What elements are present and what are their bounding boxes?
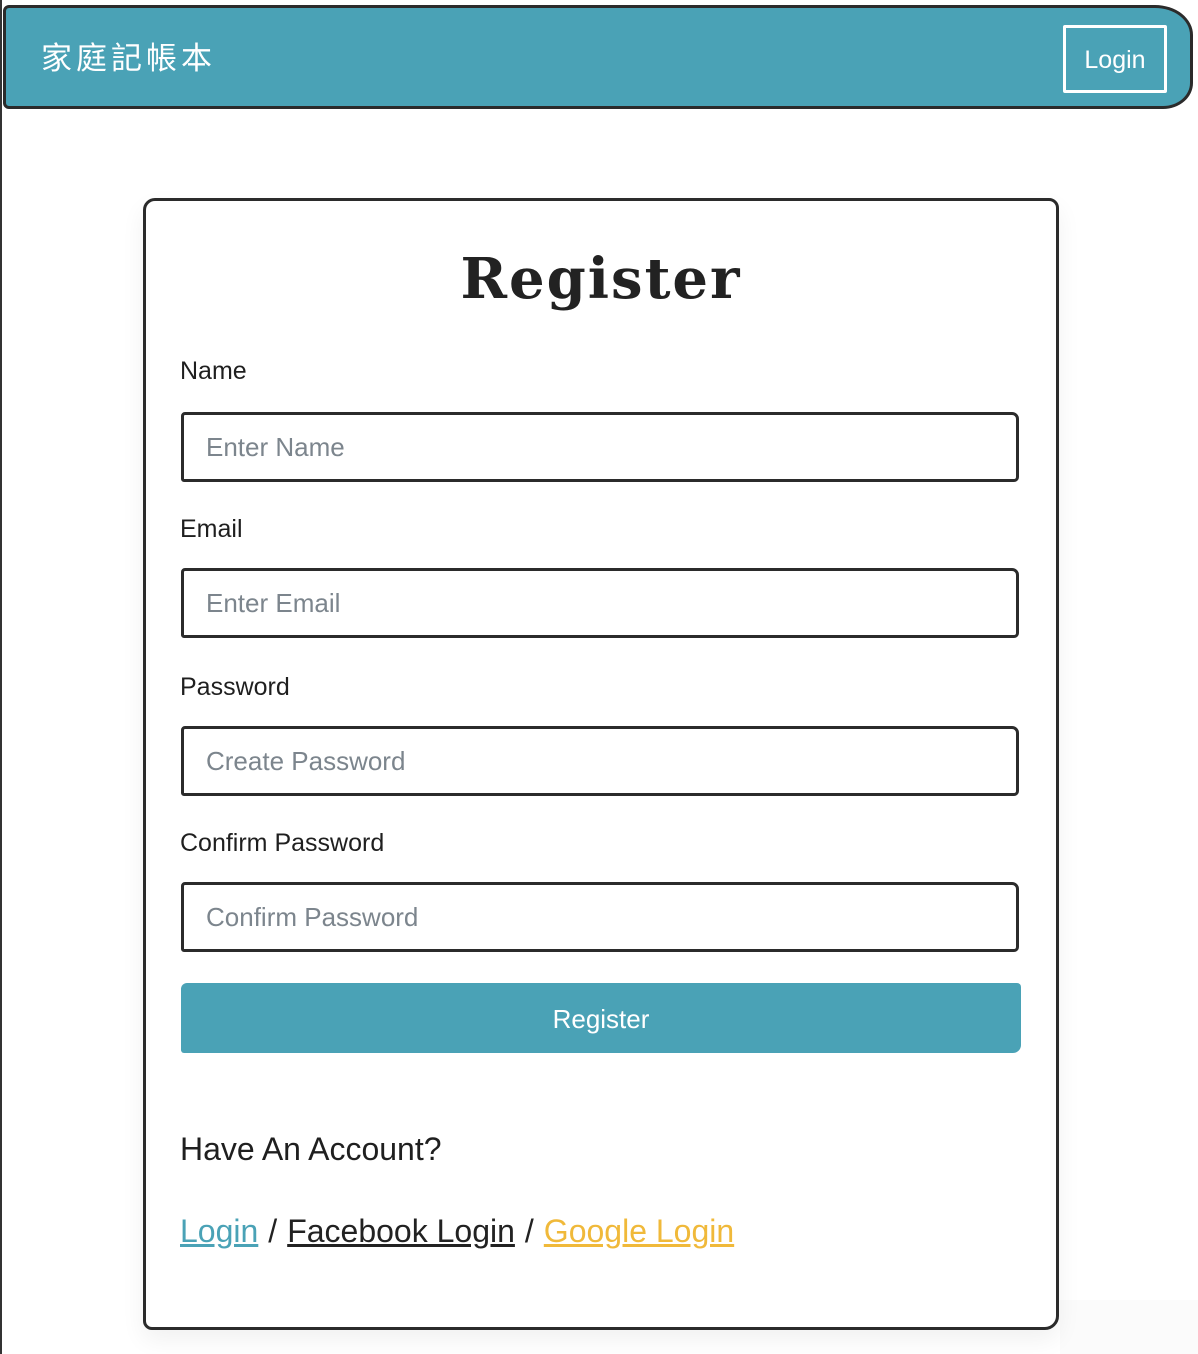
password-input[interactable] xyxy=(181,726,1019,796)
name-input[interactable] xyxy=(181,412,1019,482)
window-edge xyxy=(0,0,2,1354)
confirm-password-input[interactable] xyxy=(181,882,1019,952)
google-login-link[interactable]: Google Login xyxy=(544,1213,734,1249)
link-separator: / xyxy=(268,1213,278,1249)
page-title: Register xyxy=(460,246,742,312)
facebook-login-link[interactable]: Facebook Login xyxy=(287,1213,515,1249)
email-input[interactable] xyxy=(181,568,1019,638)
link-separator: / xyxy=(524,1213,534,1249)
top-navbar: 家庭記帳本 Login xyxy=(3,5,1193,109)
window-bottom-strip xyxy=(1060,1300,1198,1354)
name-label: Name xyxy=(180,357,247,385)
register-card: Register Name Email Password Confirm Pas… xyxy=(143,198,1059,1330)
have-account-prompt: Have An Account? xyxy=(180,1131,442,1167)
login-links: Login / Facebook Login / Google Login xyxy=(180,1209,734,1253)
email-label: Email xyxy=(180,515,243,543)
confirm-password-label: Confirm Password xyxy=(180,829,385,857)
brand-title[interactable]: 家庭記帳本 xyxy=(41,38,216,80)
navbar-login-button[interactable]: Login xyxy=(1063,25,1167,93)
password-label: Password xyxy=(180,673,290,701)
login-link[interactable]: Login xyxy=(180,1213,258,1249)
register-button[interactable]: Register xyxy=(181,983,1021,1053)
